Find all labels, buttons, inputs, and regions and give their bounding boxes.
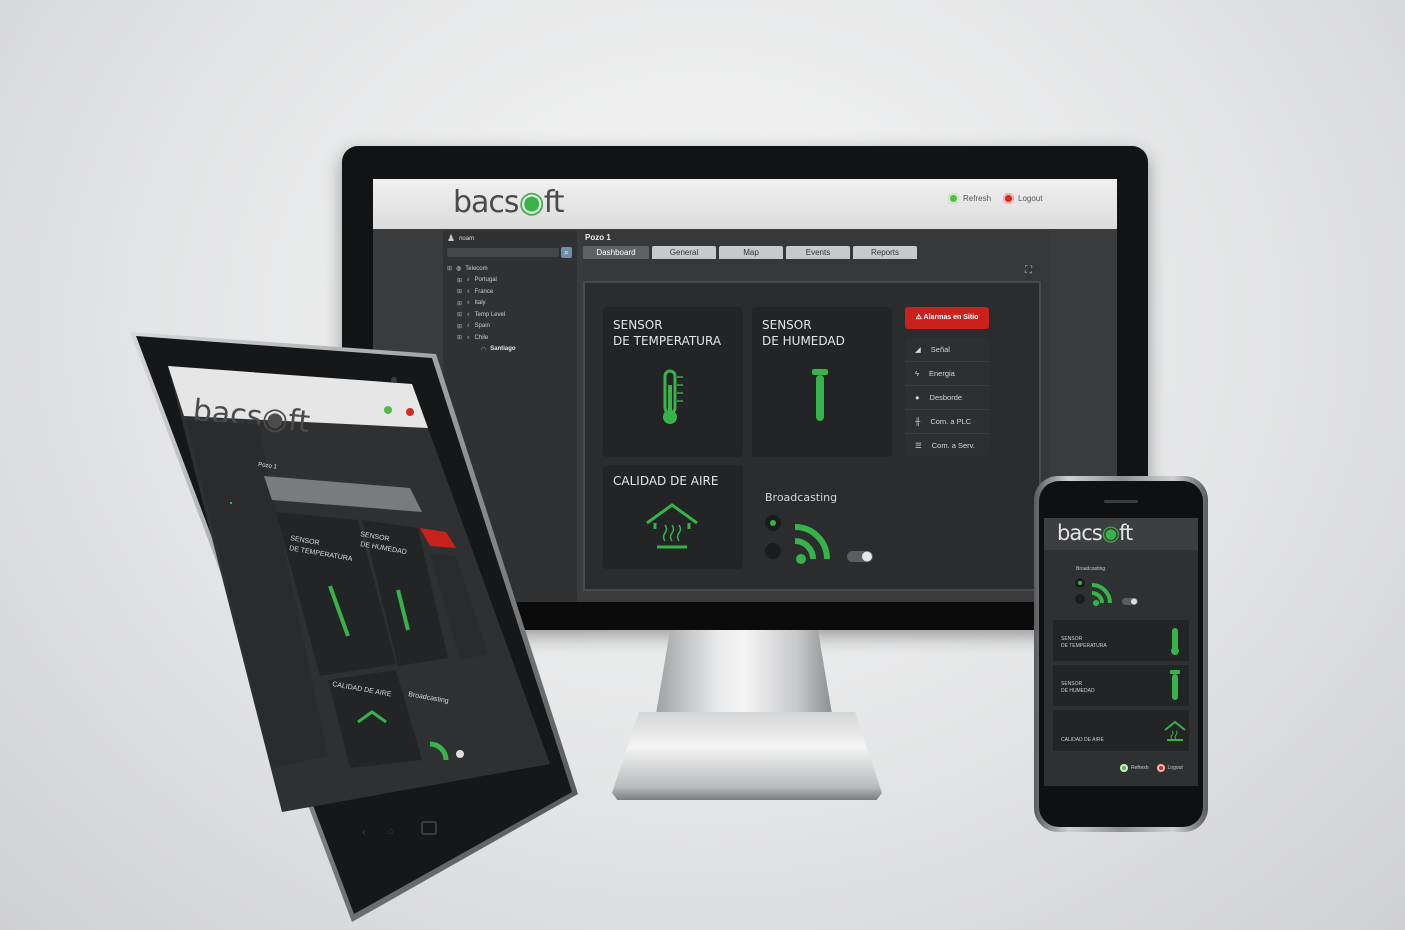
tree-item[interactable]: ⊞ ◍ Telecom (447, 263, 516, 275)
pin-icon: ♁ (466, 277, 471, 284)
thermometer-icon (663, 369, 683, 424)
user-name: noam (459, 235, 475, 242)
humidity-title-line1: SENSOR (762, 318, 812, 332)
search-input[interactable] (447, 248, 559, 257)
phone-refresh-button[interactable]: Refresh (1120, 764, 1149, 772)
air-quality-icon (646, 503, 698, 549)
humidity-card[interactable]: SENSOR DE HUMEDAD (752, 307, 892, 457)
alarm-item-energy[interactable]: ϟ Energia (905, 362, 989, 386)
tree-item[interactable]: ⊞ ♁ Portugal (447, 275, 516, 287)
wifi-signal-icon (794, 524, 830, 564)
phone-row-temperature[interactable]: SENSOR DE TEMPERATURA (1053, 620, 1189, 661)
refresh-label: Refresh (963, 194, 992, 203)
tab-events[interactable]: Events (786, 246, 850, 259)
tablet-power-icon (406, 408, 414, 416)
tab-dashboard[interactable]: Dashboard (583, 246, 649, 259)
logout-label: Logout (1018, 194, 1043, 203)
phone-row-air-quality[interactable]: CALIDAD DE AIRE (1053, 710, 1189, 751)
phone-air-icon (1164, 720, 1186, 741)
phone-refresh-icon (1120, 764, 1128, 772)
pin-icon: ♁ (466, 311, 471, 318)
alarm-item-signal[interactable]: ◢ Señal (905, 338, 989, 362)
humidity-probe-icon (812, 369, 828, 421)
phone-broadcasting-label: Broadcasting (1076, 566, 1106, 572)
monitor-stand-base (612, 712, 882, 800)
logout-button[interactable]: Logout (1003, 193, 1042, 204)
dashboard-panel: SENSOR DE TEMPERATURA SENSOR DE HUMEDAD (583, 281, 1041, 591)
phone-broadcasting-widget (1075, 578, 1138, 606)
refresh-icon (948, 193, 959, 204)
globe-icon: ◍ (456, 266, 462, 273)
alarm-item-server[interactable]: ☰ Com. a Serv. (905, 434, 989, 457)
phone-header: bacs◉ft (1044, 518, 1198, 550)
broadcasting-label: Broadcasting (765, 491, 838, 504)
phone-row-humidity[interactable]: SENSOR DE HUMEDAD (1053, 665, 1189, 706)
tree-item[interactable]: ⊞ ♁ France (447, 286, 516, 298)
drop-icon: ● (915, 393, 920, 402)
tab-map[interactable]: Map (719, 246, 783, 259)
monitor-stand-neck (656, 630, 832, 714)
svg-text:⌂: ⌂ (388, 826, 394, 837)
temperature-title-line1: SENSOR (613, 318, 663, 332)
signal-icon: ◢ (915, 345, 921, 354)
phone-wifi-icon (1093, 600, 1099, 606)
expand-icon[interactable]: ⛶ (1025, 265, 1032, 276)
alarm-item-plc[interactable]: ╫ Com. a PLC (905, 410, 989, 434)
tree-item[interactable]: ⊞ ♁ Temp Level (447, 309, 516, 321)
alarm-list: ◢ Señal ϟ Energia ● Desborde ╫ Com. a PLC ☰ C… (905, 338, 989, 456)
tab-general[interactable]: General (652, 246, 716, 259)
tree-item[interactable]: ⊞ ♁ Italy (447, 298, 516, 310)
phone-bacsoft-logo: bacs◉ft (1057, 521, 1133, 545)
phone-logout-button[interactable]: Logout (1156, 764, 1183, 772)
phone-speaker (1104, 500, 1138, 503)
tablet-device: bacs◉ft Pozo 1 SENSOR DE TEMPERATURA SEN… (130, 332, 578, 922)
search-icon[interactable]: ⌕ (561, 247, 572, 258)
tablet-camera (391, 377, 397, 383)
humidity-title-line2: DE HUMEDAD (762, 334, 845, 348)
pin-icon: ♁ (466, 288, 471, 295)
tab-reports[interactable]: Reports (853, 246, 917, 259)
page-title: Pozo 1 (585, 233, 611, 242)
pin-icon: ♁ (466, 300, 471, 307)
refresh-button[interactable]: Refresh (948, 193, 991, 204)
user-badge: ♟ noam (447, 233, 474, 244)
broadcasting-widget (765, 515, 873, 564)
phone-power-icon (1156, 764, 1165, 772)
air-quality-title: CALIDAD DE AIRE (613, 474, 719, 488)
svg-text:‹: ‹ (362, 825, 366, 839)
app-header: bacs◉ft Refresh Logout (373, 179, 1117, 229)
temperature-title-line2: DE TEMPERATURA (613, 334, 722, 348)
alarm-item-overflow[interactable]: ● Desborde (905, 386, 989, 410)
warning-icon: ⚠ (915, 314, 924, 321)
phone-thermometer-icon (1171, 628, 1179, 655)
bacsoft-logo: bacs◉ft (453, 185, 565, 220)
tab-bar: Dashboard General Map Events Reports (583, 246, 917, 259)
phone-screen: bacs◉ft Broadcasting SENSOR DE TEMPERATU… (1044, 518, 1198, 786)
phone-footer: Refresh Logout (1120, 764, 1183, 772)
bolt-icon: ϟ (915, 369, 919, 378)
alarms-button[interactable]: ⚠ Alarmas en Sitio (905, 307, 989, 329)
phone-humidity-icon (1170, 670, 1180, 700)
list-icon: ☰ (915, 441, 922, 450)
user-icon: ♟ (447, 233, 456, 243)
sliders-icon: ╫ (915, 417, 921, 426)
power-icon (1003, 193, 1014, 204)
tablet-refresh-icon (384, 406, 392, 414)
